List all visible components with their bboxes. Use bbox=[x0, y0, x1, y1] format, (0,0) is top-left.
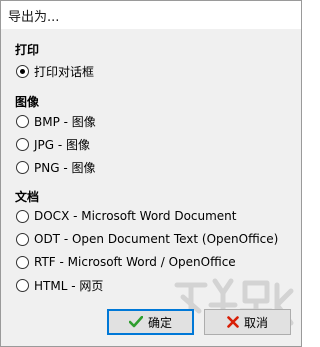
radio-unselected-icon[interactable] bbox=[16, 209, 29, 223]
cancel-button[interactable]: 取消 bbox=[204, 309, 291, 335]
radio-unselected-icon[interactable] bbox=[16, 232, 29, 246]
radio-print-dialog[interactable]: 打印对话框 bbox=[16, 63, 94, 79]
dialog-title: 导出为... bbox=[8, 10, 60, 25]
section-print-label: 打印 bbox=[15, 43, 40, 57]
cross-icon bbox=[227, 316, 239, 328]
radio-html[interactable]: HTML - 网页 bbox=[16, 277, 103, 293]
radio-png-label: PNG - 图像 bbox=[34, 160, 96, 175]
radio-unselected-icon[interactable] bbox=[16, 255, 29, 269]
checkmark-icon bbox=[128, 316, 143, 328]
radio-rtf[interactable]: RTF - Microsoft Word / OpenOffice bbox=[16, 254, 236, 270]
radio-odt-label: ODT - Open Document Text (OpenOffice) bbox=[34, 232, 279, 246]
radio-docx-label: DOCX - Microsoft Word Document bbox=[34, 209, 237, 223]
radio-jpg[interactable]: JPG - 图像 bbox=[16, 136, 90, 152]
radio-unselected-icon[interactable] bbox=[16, 137, 29, 151]
radio-bmp-label: BMP - 图像 bbox=[34, 114, 96, 129]
ok-button[interactable]: 确定 bbox=[107, 309, 194, 335]
radio-selected-icon[interactable] bbox=[16, 64, 29, 78]
radio-odt[interactable]: ODT - Open Document Text (OpenOffice) bbox=[16, 231, 278, 247]
cancel-button-label: 取消 bbox=[243, 315, 268, 330]
radio-unselected-icon[interactable] bbox=[16, 114, 29, 128]
ok-button-label: 确定 bbox=[147, 315, 172, 330]
radio-unselected-icon[interactable] bbox=[16, 160, 29, 174]
radio-png[interactable]: PNG - 图像 bbox=[16, 159, 95, 175]
radio-bmp[interactable]: BMP - 图像 bbox=[16, 113, 96, 129]
radio-docx[interactable]: DOCX - Microsoft Word Document bbox=[16, 208, 237, 224]
radio-print-dialog-label: 打印对话框 bbox=[34, 64, 95, 79]
radio-jpg-label: JPG - 图像 bbox=[34, 137, 91, 152]
title-bar: 导出为... bbox=[1, 1, 301, 27]
radio-unselected-icon[interactable] bbox=[16, 278, 29, 292]
section-document-label: 文档 bbox=[15, 190, 40, 204]
radio-rtf-label: RTF - Microsoft Word / OpenOffice bbox=[34, 255, 236, 269]
radio-html-label: HTML - 网页 bbox=[34, 278, 104, 293]
section-image-label: 图像 bbox=[15, 95, 40, 109]
export-dialog: 导出为... 打印 打印对话框 图像 BMP - 图像 JPG - 图像 PNG… bbox=[0, 0, 302, 347]
